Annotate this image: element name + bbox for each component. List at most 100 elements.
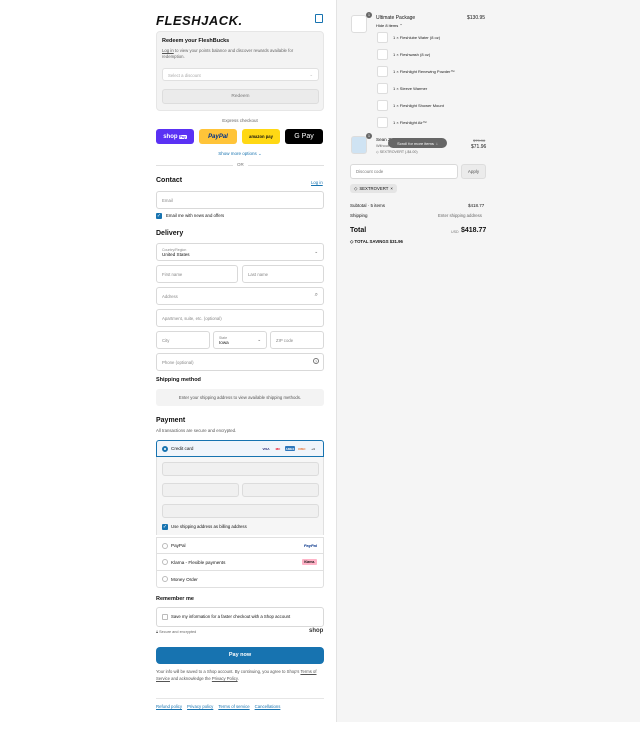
money-order-radio[interactable] <box>162 576 168 582</box>
or-text: OR <box>233 162 248 167</box>
scroll-more-tooltip: Scroll for more items ↓ <box>388 138 447 148</box>
paypal-option[interactable]: PayPal PayPal <box>156 537 324 554</box>
klarna-label: Klarna - Flexible payments <box>171 559 226 565</box>
discount-code-field[interactable]: Discount code <box>350 164 458 179</box>
klarna-option[interactable]: Klarna - Flexible payments Klarna. <box>156 554 324 571</box>
chevron-down-icon: ⌄ <box>309 72 313 77</box>
credit-card-radio[interactable] <box>162 446 168 452</box>
tag-icon: ◇ <box>376 150 379 154</box>
redeem-text: Log in to view your points balance and d… <box>162 48 312 60</box>
login-link[interactable]: Log in <box>311 180 323 185</box>
show-more-options-link[interactable]: Show more options ⌄ <box>156 151 324 157</box>
help-icon[interactable]: ? <box>313 358 319 364</box>
zip-field[interactable]: ZIP code <box>270 331 324 349</box>
visa-icon: VISA <box>262 446 270 451</box>
subtotal-label: Subtotal · 5 items <box>350 203 386 208</box>
phone-placeholder: Phone (optional) <box>162 359 194 365</box>
first-name-field[interactable]: First name <box>156 265 238 283</box>
pay-now-button[interactable]: Pay now <box>156 647 324 664</box>
tag-icon: ◇ <box>354 185 358 191</box>
money-order-label: Money Order <box>171 576 198 582</box>
card-number-field[interactable] <box>162 462 319 476</box>
shipping-label: Shipping <box>350 213 368 218</box>
klarna-radio[interactable] <box>162 559 168 565</box>
cancellations-link[interactable]: Cancellations <box>255 704 281 709</box>
shop-privacy-link[interactable]: Privacy Policy <box>212 676 238 681</box>
money-order-option[interactable]: Money Order <box>156 571 324 588</box>
country-select[interactable]: Country/Region United States ⌄ <box>156 243 324 261</box>
package-item: 1 × Fleshlube Water (8 oz) <box>393 35 441 40</box>
chevron-up-icon: ⌃ <box>399 23 403 28</box>
paypal-radio[interactable] <box>162 543 168 549</box>
paypal-logo-icon: PayPal <box>303 543 317 548</box>
email-field[interactable]: Email <box>156 191 324 209</box>
shop-pay-tag: Pay <box>178 134 187 139</box>
payment-heading: Payment <box>156 417 186 424</box>
terms-of-service-link[interactable]: Terms of service <box>218 704 249 709</box>
apartment-placeholder: Apartment, suite, etc. (optional) <box>162 315 222 321</box>
brand-logo[interactable]: FLESHJACK. <box>156 13 243 28</box>
search-icon: ⌕ <box>314 292 318 298</box>
subtotal-value: $418.77 <box>468 203 485 208</box>
shop-pay-text: shop <box>163 133 178 140</box>
quantity-badge: 1 <box>366 133 372 139</box>
legal-text-3: . <box>237 675 239 681</box>
redeem-button[interactable]: Redeem <box>162 89 319 104</box>
more-options-label: Show more options <box>218 151 257 156</box>
save-info-checkbox[interactable] <box>162 614 168 620</box>
chevron-down-icon: ⌄ <box>257 337 261 342</box>
shipping-value: Enter shipping address <box>438 213 482 218</box>
card-cvv-field[interactable] <box>242 483 319 497</box>
savings-label: TOTAL SAVINGS <box>354 239 389 244</box>
apply-button[interactable]: Apply <box>461 164 486 179</box>
divider <box>156 698 324 699</box>
paypal-express-button[interactable]: PayPal <box>199 129 237 144</box>
apartment-field[interactable]: Apartment, suite, etc. (optional) <box>156 309 324 327</box>
address-placeholder: Address <box>162 293 178 299</box>
hide-items-label: Hide 8 items <box>376 23 399 28</box>
google-pay-button[interactable]: G Pay <box>285 129 323 144</box>
package-item: 1 × Sleeve Warmer <box>393 86 428 91</box>
redeem-panel: Redeem your FleshBucks Log in to view yo… <box>156 31 324 111</box>
email-placeholder: Email <box>162 197 173 203</box>
redeem-login-link[interactable]: Log in <box>162 48 174 53</box>
card-logos: VISA MC AMEX DISC +4 <box>261 446 317 451</box>
legal-text-1: Your info will be saved to a Shop accoun… <box>156 669 301 674</box>
credit-card-option[interactable]: Credit card VISA MC AMEX DISC +4 <box>156 440 324 457</box>
city-field[interactable]: City <box>156 331 210 349</box>
billing-checkbox[interactable]: ✓ <box>162 524 168 530</box>
package-item: 1 × Fleshlight Shower Mount <box>393 103 444 108</box>
item-thumbnail <box>377 117 388 128</box>
refund-policy-link[interactable]: Refund policy <box>156 704 182 709</box>
amazon-pay-button[interactable]: amazon pay <box>242 129 280 144</box>
contact-heading: Contact <box>156 177 183 184</box>
lock-icon: 🔒︎ <box>156 630 159 634</box>
address-field[interactable]: Address ⌕ <box>156 287 324 305</box>
applied-code-tag: ◇ SEXTROVERT × <box>350 184 397 193</box>
chevron-down-icon: ⌄ <box>258 151 262 156</box>
total-value: $418.77 <box>461 227 487 234</box>
card-expiry-field[interactable] <box>162 483 239 497</box>
second-item-code-text: SEXTROVERT (-$4.00) <box>379 150 418 154</box>
last-name-field[interactable]: Last name <box>242 265 324 283</box>
news-checkbox[interactable]: ✓ <box>156 213 162 219</box>
select-discount-dropdown[interactable]: Select a discount ⌄ <box>162 68 319 81</box>
hide-items-toggle[interactable]: Hide 8 items ⌃ <box>376 23 403 28</box>
card-name-field[interactable] <box>162 504 319 518</box>
state-select[interactable]: State Iowa ⌄ <box>213 331 267 349</box>
zip-placeholder: ZIP code <box>276 337 294 343</box>
city-placeholder: City <box>162 337 170 343</box>
applied-code-text: SEXTROVERT <box>359 186 389 191</box>
total-label: Total <box>350 227 367 234</box>
item-thumbnail <box>377 66 388 77</box>
shopping-bag-icon[interactable] <box>315 14 323 23</box>
second-item-sub: Without <box>376 144 389 148</box>
total-savings: ◇ TOTAL SAVINGS $31.96 <box>350 239 403 245</box>
phone-field[interactable]: Phone (optional)? <box>156 353 324 371</box>
shop-pay-button[interactable]: shop Pay <box>156 129 194 144</box>
delivery-heading: Delivery <box>156 230 184 237</box>
package-item: 1 × Fleshlight Renewing Powder™ <box>393 69 455 74</box>
close-icon[interactable]: × <box>390 186 393 191</box>
tooltip-text: Scroll for more items <box>397 140 434 146</box>
privacy-policy-link[interactable]: Privacy policy <box>187 704 213 709</box>
